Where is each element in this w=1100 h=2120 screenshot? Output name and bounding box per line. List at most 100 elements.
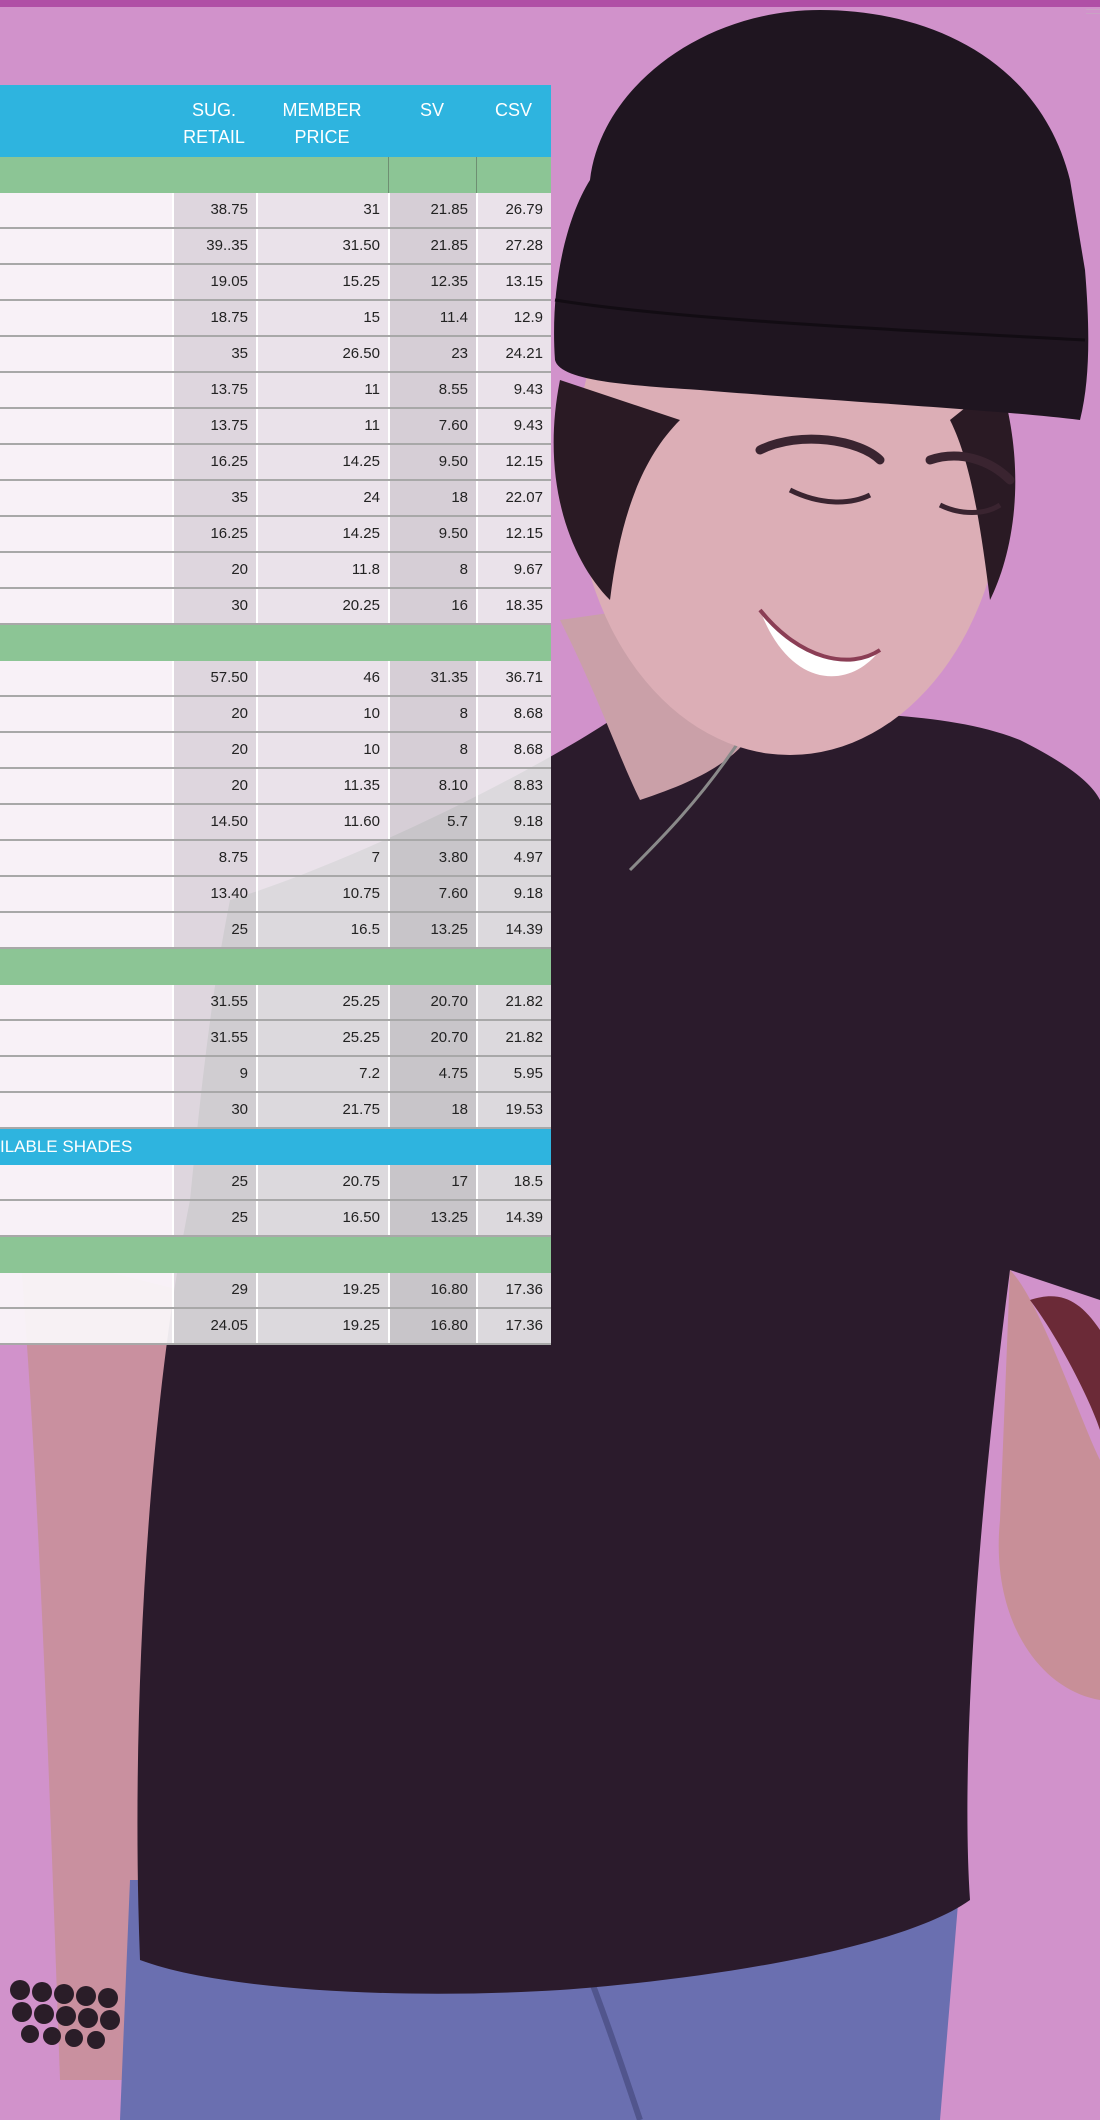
product-name-cell (0, 229, 172, 263)
sv-cell: 8 (388, 697, 476, 731)
csv-cell: 9.18 (476, 877, 551, 911)
table-row: 29 19.25 16.80 17.36 (0, 1273, 551, 1309)
member-price-cell: 26.50 (256, 337, 388, 371)
sug-retail-cell: 13.75 (172, 373, 256, 407)
sv-cell: 21.85 (388, 229, 476, 263)
sv-cell: 7.60 (388, 409, 476, 443)
sug-retail-cell: 14.50 (172, 805, 256, 839)
table-row: 57.50 46 31.35 36.71 (0, 661, 551, 697)
sug-retail-cell: 19.05 (172, 265, 256, 299)
csv-cell: 19.53 (476, 1093, 551, 1127)
csv-cell: 22.07 (476, 481, 551, 515)
section-divider (0, 157, 551, 193)
product-name-cell (0, 1165, 172, 1199)
sug-retail-cell: 13.75 (172, 409, 256, 443)
product-name-cell (0, 877, 172, 911)
table-row: 13.75 11 7.60 9.43 (0, 409, 551, 445)
sv-cell: 31.35 (388, 661, 476, 695)
member-price-cell: 25.25 (256, 985, 388, 1019)
table-row: 13.75 11 8.55 9.43 (0, 373, 551, 409)
member-price-cell: 11.8 (256, 553, 388, 587)
member-price-cell: 16.5 (256, 913, 388, 947)
sug-retail-cell: 57.50 (172, 661, 256, 695)
product-name-cell (0, 265, 172, 299)
sug-retail-cell: 9 (172, 1057, 256, 1091)
sug-retail-cell: 20 (172, 553, 256, 587)
csv-cell: 17.36 (476, 1309, 551, 1343)
sug-retail-cell: 20 (172, 769, 256, 803)
member-price-cell: 15 (256, 301, 388, 335)
sv-cell: 8 (388, 553, 476, 587)
sug-retail-cell: 30 (172, 589, 256, 623)
product-name-cell (0, 661, 172, 695)
header-sv: SV (419, 100, 444, 120)
sug-retail-cell: 8.75 (172, 841, 256, 875)
sug-retail-cell: 38.75 (172, 193, 256, 227)
sv-cell: 12.35 (388, 265, 476, 299)
sv-cell: 16.80 (388, 1273, 476, 1307)
sug-retail-cell: 25 (172, 913, 256, 947)
member-price-cell: 24 (256, 481, 388, 515)
product-name-cell (0, 1309, 172, 1343)
member-price-cell: 11 (256, 409, 388, 443)
csv-cell: 24.21 (476, 337, 551, 371)
member-price-cell: 31 (256, 193, 388, 227)
sv-cell: 8 (388, 733, 476, 767)
section-divider (0, 625, 551, 661)
member-price-cell: 14.25 (256, 445, 388, 479)
member-price-cell: 7 (256, 841, 388, 875)
table-row: 8.75 7 3.80 4.97 (0, 841, 551, 877)
header-member-price: MEMBER PRICE (282, 100, 362, 147)
table-row: 18.75 15 11.4 12.9 (0, 301, 551, 337)
sug-retail-cell: 16.25 (172, 445, 256, 479)
sug-retail-cell: 25 (172, 1165, 256, 1199)
csv-cell: 18.35 (476, 589, 551, 623)
header-sug-retail: SUG. RETAIL (183, 100, 245, 147)
csv-cell: 17.36 (476, 1273, 551, 1307)
table-row: 25 20.75 17 18.5 (0, 1165, 551, 1201)
product-name-cell (0, 193, 172, 227)
sv-cell: 13.25 (388, 1201, 476, 1235)
sug-retail-cell: 39..35 (172, 229, 256, 263)
sug-retail-cell: 35 (172, 481, 256, 515)
sug-retail-cell: 20 (172, 697, 256, 731)
csv-cell: 26.79 (476, 193, 551, 227)
table-row: 24.05 19.25 16.80 17.36 (0, 1309, 551, 1345)
csv-cell: 18.5 (476, 1165, 551, 1199)
csv-cell: 27.28 (476, 229, 551, 263)
csv-cell: 5.95 (476, 1057, 551, 1091)
price-table: SUG. RETAIL MEMBER PRICE SV CSV 38.75 31 2… (0, 85, 551, 1345)
table-row: 20 11.8 8 9.67 (0, 553, 551, 589)
sug-retail-cell: 16.25 (172, 517, 256, 551)
csv-cell: 8.83 (476, 769, 551, 803)
member-price-cell: 20.25 (256, 589, 388, 623)
csv-cell: 13.15 (476, 265, 551, 299)
table-row: 16.25 14.25 9.50 12.15 (0, 445, 551, 481)
product-name-cell (0, 1057, 172, 1091)
sv-cell: 5.7 (388, 805, 476, 839)
table-body: 38.75 31 21.85 26.79 39..35 31.50 21.85 27.28 19… (0, 157, 551, 1345)
table-row: 30 21.75 18 19.53 (0, 1093, 551, 1129)
table-row: 31.55 25.25 20.70 21.82 (0, 985, 551, 1021)
product-name-cell (0, 913, 172, 947)
product-name-cell (0, 445, 172, 479)
table-row: 30 20.25 16 18.35 (0, 589, 551, 625)
table-row: 9 7.2 4.75 5.95 (0, 1057, 551, 1093)
product-name-cell (0, 517, 172, 551)
product-name-cell (0, 1093, 172, 1127)
product-name-cell (0, 1201, 172, 1235)
member-price-cell: 10 (256, 697, 388, 731)
member-price-cell: 11 (256, 373, 388, 407)
column-separator (388, 157, 389, 193)
table-row: 20 11.35 8.10 8.83 (0, 769, 551, 805)
sv-cell: 20.70 (388, 985, 476, 1019)
csv-cell: 12.9 (476, 301, 551, 335)
table-row: 38.75 31 21.85 26.79 (0, 193, 551, 229)
sug-retail-cell: 31.55 (172, 985, 256, 1019)
table-row: 35 24 18 22.07 (0, 481, 551, 517)
product-name-cell (0, 409, 172, 443)
csv-cell: 4.97 (476, 841, 551, 875)
product-name-cell (0, 769, 172, 803)
table-row: 19.05 15.25 12.35 13.15 (0, 265, 551, 301)
csv-cell: 9.67 (476, 553, 551, 587)
